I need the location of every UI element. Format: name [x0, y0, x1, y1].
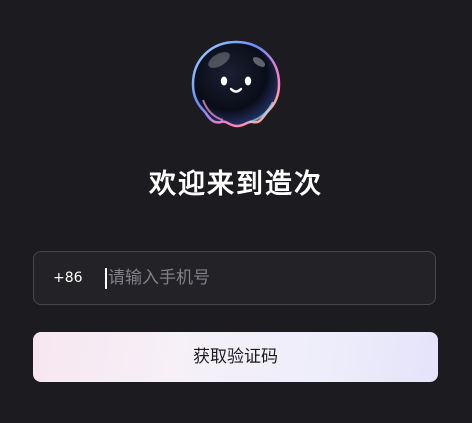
bubble-mascot-icon: [189, 38, 283, 132]
text-caret: [105, 268, 107, 289]
login-page: 欢迎来到造次 +86 获取验证码: [0, 0, 472, 423]
phone-input[interactable]: [106, 252, 428, 304]
phone-field[interactable]: +86: [33, 251, 436, 305]
country-code-selector[interactable]: +86: [53, 252, 83, 304]
get-verification-code-button[interactable]: 获取验证码: [33, 332, 438, 382]
page-title: 欢迎来到造次: [149, 169, 323, 200]
